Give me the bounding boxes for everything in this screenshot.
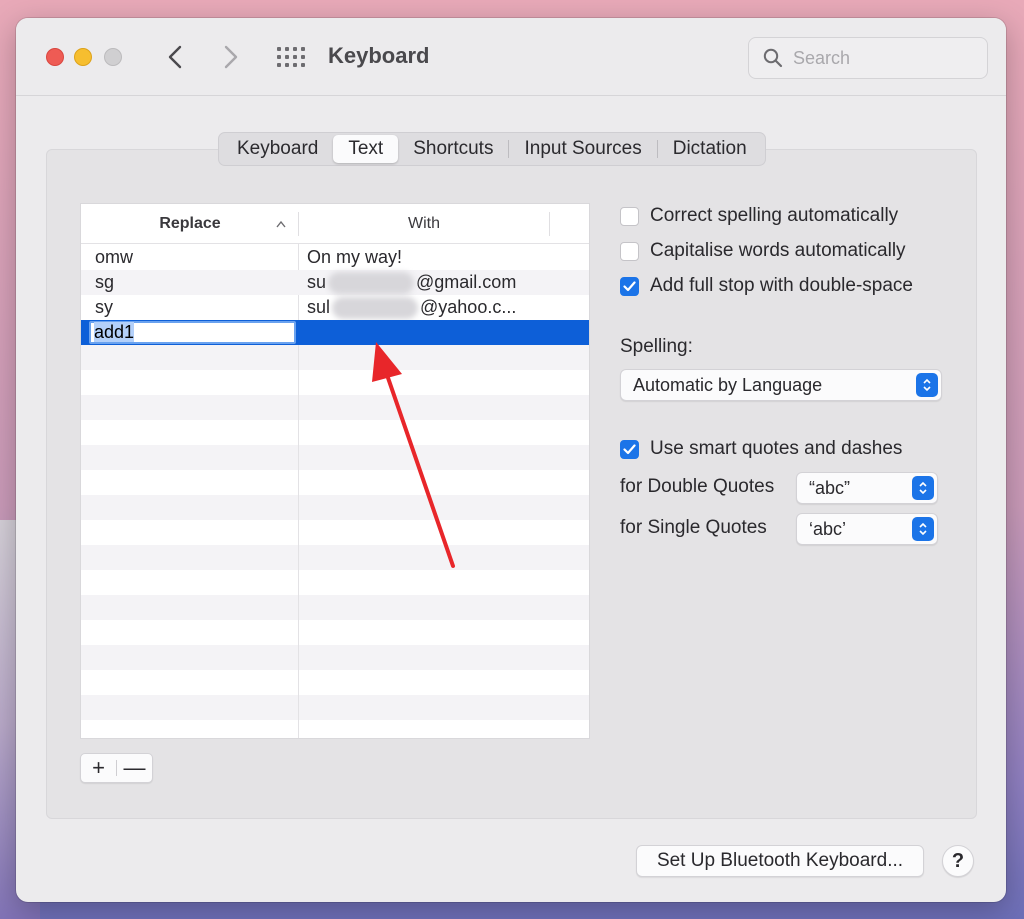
tab-dictation[interactable]: Dictation [658, 135, 762, 163]
add-remove-control: + — [80, 753, 153, 783]
single-quotes-popup[interactable]: ‘abc’ [796, 513, 938, 545]
with-cell: su @gmail.com [307, 272, 517, 295]
chevron-left-icon [168, 45, 182, 69]
column-divider [549, 212, 550, 236]
search-input[interactable] [793, 47, 973, 69]
set-up-bluetooth-keyboard-button[interactable]: Set Up Bluetooth Keyboard... [636, 845, 924, 877]
sort-ascending-icon [276, 220, 286, 228]
double-quotes-label: for Double Quotes [620, 476, 775, 497]
spelling-popup[interactable]: Automatic by Language [620, 369, 942, 401]
replace-edit-field[interactable]: add1 [89, 321, 296, 344]
replace-cell: sg [95, 272, 115, 292]
with-cell: sul @yahoo.c... [307, 297, 517, 320]
redacted-blur [328, 272, 415, 295]
tab-keyboard[interactable]: Keyboard [222, 135, 333, 163]
tab-bar: Keyboard Text Shortcuts Input Sources Di… [218, 132, 766, 166]
replace-edit-text: add1 [94, 322, 135, 342]
show-all-grid-icon[interactable] [274, 44, 308, 70]
full-stop-checkbox[interactable] [620, 276, 639, 296]
popup-stepper-icon [912, 517, 934, 541]
popup-stepper-icon [912, 476, 934, 500]
smart-quotes-label: Use smart quotes and dashes [650, 438, 903, 459]
with-cell-suffix: @gmail.com [416, 272, 517, 292]
remove-button[interactable]: — [117, 754, 152, 782]
with-cell: On my way! [307, 247, 403, 267]
single-quotes-label: for Single Quotes [620, 517, 767, 538]
capitalise-option[interactable]: Capitalise words automatically [620, 240, 906, 262]
redacted-blur [332, 297, 419, 320]
tab-input-sources[interactable]: Input Sources [509, 135, 656, 163]
full-stop-label: Add full stop with double-space [650, 275, 913, 296]
spelling-label: Spelling: [620, 336, 693, 357]
text-replacement-table[interactable]: Replace With omw On my way! sg su @gmail.… [80, 203, 590, 739]
checkmark-icon [623, 443, 636, 454]
table-row-editing[interactable]: add1 [81, 320, 589, 345]
close-window-button[interactable] [46, 48, 64, 66]
replace-cell: sy [95, 297, 113, 317]
popup-stepper-icon [916, 373, 938, 397]
correct-spelling-checkbox[interactable] [620, 206, 639, 226]
full-stop-option[interactable]: Add full stop with double-space [620, 275, 913, 297]
forward-button[interactable] [216, 40, 246, 74]
empty-rows-area [81, 345, 589, 738]
help-button[interactable]: ? [942, 845, 974, 877]
zoom-window-button[interactable] [104, 48, 122, 66]
add-button[interactable]: + [81, 754, 116, 782]
search-icon [763, 48, 783, 68]
spelling-value: Automatic by Language [633, 374, 823, 395]
smart-quotes-checkbox[interactable] [620, 439, 639, 459]
double-quotes-value: “abc” [809, 477, 851, 498]
tab-text[interactable]: Text [333, 135, 399, 163]
chevron-right-icon [224, 45, 238, 69]
table-row[interactable]: sg su @gmail.com [81, 270, 589, 295]
search-field[interactable] [748, 37, 988, 79]
capitalise-checkbox[interactable] [620, 241, 639, 261]
column-header-with[interactable]: With [299, 204, 549, 244]
column-header-replace[interactable]: Replace [81, 204, 299, 244]
single-quotes-value: ‘abc’ [809, 518, 847, 539]
double-quotes-popup[interactable]: “abc” [796, 472, 938, 504]
title-bar: Keyboard [16, 18, 1006, 96]
table-header: Replace With [81, 204, 589, 244]
window-title: Keyboard [328, 43, 430, 68]
capitalise-label: Capitalise words automatically [650, 240, 906, 261]
with-cell-prefix: su [307, 272, 327, 292]
minimize-window-button[interactable] [74, 48, 92, 66]
system-preferences-window: Keyboard Keyboard Text Shortcuts Input S… [16, 18, 1006, 902]
back-button[interactable] [160, 40, 190, 74]
table-row[interactable]: omw On my way! [81, 245, 589, 270]
with-cell-suffix: @yahoo.c... [420, 297, 517, 317]
correct-spelling-option[interactable]: Correct spelling automatically [620, 205, 898, 227]
correct-spelling-label: Correct spelling automatically [650, 205, 899, 226]
table-row[interactable]: sy sul @yahoo.c... [81, 295, 589, 320]
table-rows: omw On my way! sg su @gmail.com sy sul @ya… [81, 245, 589, 345]
smart-quotes-option[interactable]: Use smart quotes and dashes [620, 438, 902, 460]
with-cell-prefix: sul [307, 297, 331, 317]
replace-cell: omw [95, 247, 134, 267]
tab-shortcuts[interactable]: Shortcuts [398, 135, 508, 163]
checkmark-icon [623, 280, 636, 291]
